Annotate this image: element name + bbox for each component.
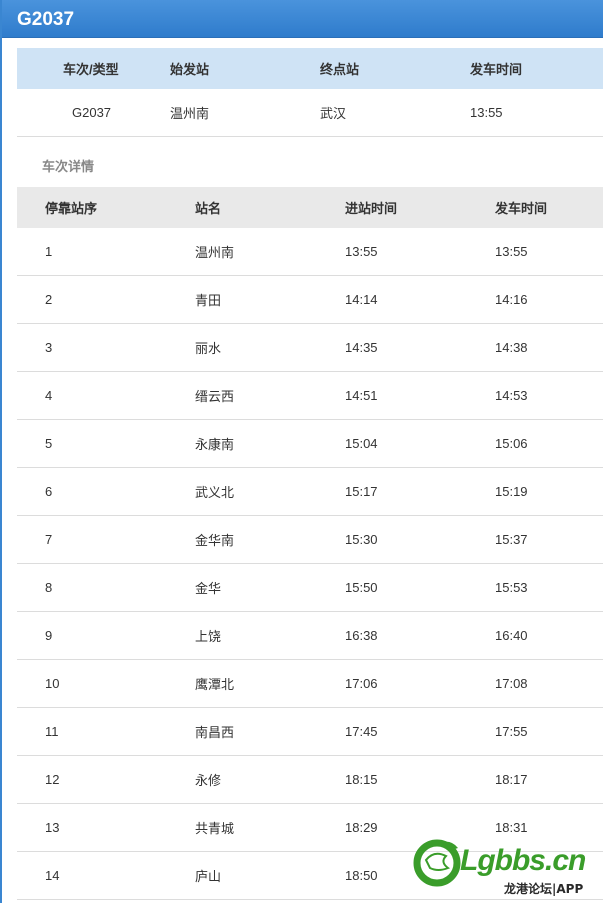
table-row: 8 金华 15:50 15:53 bbox=[17, 564, 603, 612]
arrival-time: 17:06 bbox=[345, 676, 378, 691]
stops-table-header: 停靠站序 站名 进站时间 发车时间 bbox=[17, 187, 603, 228]
arrival-time: 18:15 bbox=[345, 772, 378, 787]
departure-time: 14:38 bbox=[495, 340, 528, 355]
arrival-time: 13:55 bbox=[345, 244, 378, 259]
table-row: 12 永修 18:15 18:17 bbox=[17, 756, 603, 804]
stop-order: 14 bbox=[45, 868, 60, 883]
departure-time: 14:16 bbox=[495, 292, 528, 307]
col-train-type: 车次/类型 bbox=[63, 62, 119, 77]
stop-order: 4 bbox=[45, 388, 53, 403]
arrival-time: 15:17 bbox=[345, 484, 378, 499]
station-name: 温州南 bbox=[195, 245, 235, 260]
station-name: 共青城 bbox=[195, 821, 235, 836]
station-name: 鹰潭北 bbox=[195, 677, 235, 692]
dragon-logo-icon bbox=[413, 839, 461, 887]
table-row: 4 缙云西 14:51 14:53 bbox=[17, 372, 603, 420]
departure-time: 14:53 bbox=[495, 388, 528, 403]
col-departure: 发车时间 bbox=[470, 62, 523, 77]
watermark-subtitle: 龙港论坛|APP bbox=[504, 882, 584, 896]
stops-table-body: 1 温州南 13:55 13:55 2 青田 14:14 14:16 3 丽水 14:35 14:38… bbox=[17, 228, 603, 900]
station-name: 永康南 bbox=[195, 437, 235, 452]
station-name: 上饶 bbox=[195, 629, 222, 644]
table-row: 1 温州南 13:55 13:55 bbox=[17, 228, 603, 276]
stop-order: 8 bbox=[45, 580, 53, 595]
col-departure-time: 发车时间 bbox=[495, 201, 548, 216]
stop-order: 6 bbox=[45, 484, 53, 499]
stop-order: 11 bbox=[45, 724, 59, 739]
arrival-time: 17:45 bbox=[345, 724, 378, 739]
departure-time: 15:19 bbox=[495, 484, 528, 499]
stop-order: 10 bbox=[45, 676, 60, 691]
table-row: 10 鹰潭北 17:06 17:08 bbox=[17, 660, 603, 708]
page-title: G2037 bbox=[2, 0, 603, 38]
arrival-time: 14:14 bbox=[345, 292, 378, 307]
departure-time: 13:55 bbox=[470, 105, 503, 120]
station-name: 庐山 bbox=[195, 869, 222, 884]
table-row: 3 丽水 14:35 14:38 bbox=[17, 324, 603, 372]
destination-station: 武汉 bbox=[320, 106, 347, 121]
stop-order: 9 bbox=[45, 628, 53, 643]
train-info-panel: G2037 车次/类型 始发站 终点站 发车时间 G2037 温州南 武汉 13… bbox=[0, 0, 603, 903]
arrival-time: 18:50 bbox=[345, 868, 378, 883]
table-row: 5 永康南 15:04 15:06 bbox=[17, 420, 603, 468]
arrival-time: 15:30 bbox=[345, 532, 378, 547]
summary-table-header: 车次/类型 始发站 终点站 发车时间 bbox=[17, 48, 603, 89]
table-row: 7 金华南 15:30 15:37 bbox=[17, 516, 603, 564]
stop-order: 2 bbox=[45, 292, 53, 307]
train-number: G2037 bbox=[72, 105, 112, 120]
summary-table-row: G2037 温州南 武汉 13:55 bbox=[17, 89, 603, 137]
col-station-name: 站名 bbox=[195, 201, 222, 216]
station-name: 武义北 bbox=[195, 485, 235, 500]
arrival-time: 18:29 bbox=[345, 820, 378, 835]
departure-time: 18:17 bbox=[495, 772, 528, 787]
arrival-time: 15:50 bbox=[345, 580, 378, 595]
station-name: 金华 bbox=[195, 581, 222, 596]
arrival-time: 16:38 bbox=[345, 628, 378, 643]
stop-order: 1 bbox=[45, 244, 53, 259]
col-destination: 终点站 bbox=[320, 62, 360, 77]
stop-order: 7 bbox=[45, 532, 53, 547]
table-row: 11 南昌西 17:45 17:55 bbox=[17, 708, 603, 756]
table-row: 9 上饶 16:38 16:40 bbox=[17, 612, 603, 660]
col-stop-order: 停靠站序 bbox=[45, 201, 98, 216]
arrival-time: 14:51 bbox=[345, 388, 378, 403]
departure-time: 13:55 bbox=[495, 244, 528, 259]
departure-time: 17:08 bbox=[495, 676, 528, 691]
station-name: 缙云西 bbox=[195, 389, 235, 404]
stop-order: 3 bbox=[45, 340, 53, 355]
stop-order: 13 bbox=[45, 820, 60, 835]
departure-time: 17:55 bbox=[495, 724, 528, 739]
station-name: 南昌西 bbox=[195, 725, 235, 740]
station-name: 丽水 bbox=[195, 341, 222, 356]
station-name: 金华南 bbox=[195, 533, 235, 548]
watermark-brand: Lgbbs.cn bbox=[460, 844, 586, 877]
arrival-time: 14:35 bbox=[345, 340, 378, 355]
departure-time: 15:53 bbox=[495, 580, 528, 595]
stop-order: 12 bbox=[45, 772, 60, 787]
table-row: 6 武义北 15:17 15:19 bbox=[17, 468, 603, 516]
departure-time: 16:40 bbox=[495, 628, 528, 643]
departure-time: 15:06 bbox=[495, 436, 528, 451]
table-row: 2 青田 14:14 14:16 bbox=[17, 276, 603, 324]
col-arrival-time: 进站时间 bbox=[345, 201, 398, 216]
departure-time: 15:37 bbox=[495, 532, 528, 547]
arrival-time: 15:04 bbox=[345, 436, 378, 451]
station-name: 青田 bbox=[195, 293, 222, 308]
station-name: 永修 bbox=[195, 773, 222, 788]
origin-station: 温州南 bbox=[170, 106, 210, 121]
site-watermark: Lgbbs.cn 龙港论坛|APP bbox=[412, 826, 602, 900]
stop-order: 5 bbox=[45, 436, 53, 451]
details-section-label: 车次详情 bbox=[42, 159, 95, 174]
col-origin: 始发站 bbox=[170, 62, 210, 77]
